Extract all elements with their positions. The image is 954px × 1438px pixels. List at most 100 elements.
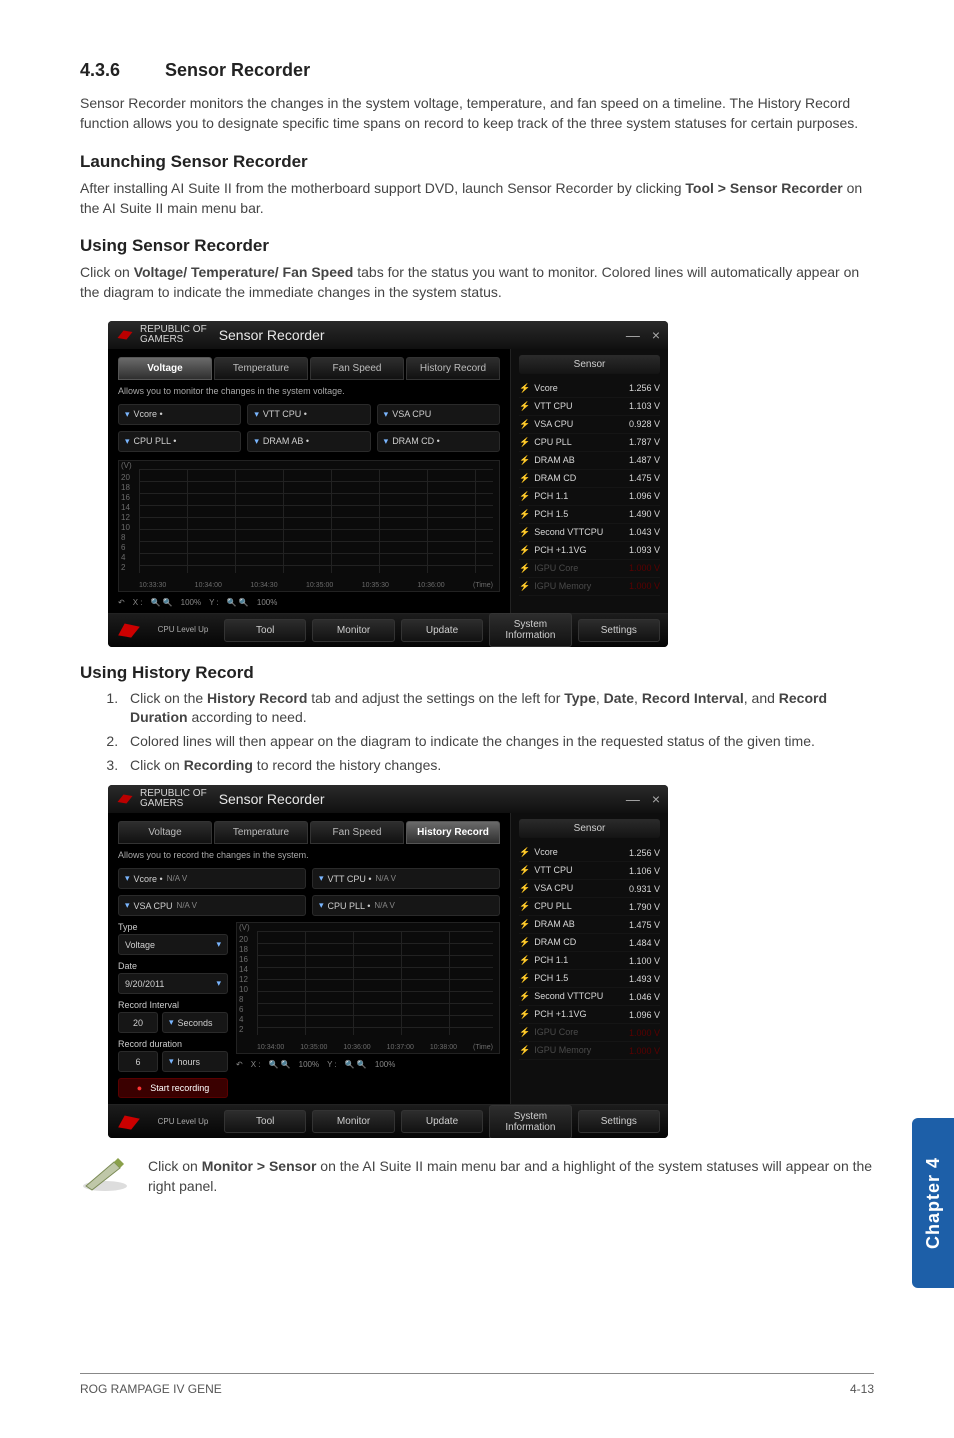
sensor-row: ⚡PCH +1.1VG1.093 V	[519, 542, 660, 560]
window-titlebar: REPUBLIC OF GAMERS Sensor Recorder — ×	[108, 321, 668, 349]
record-interval-value[interactable]: 20	[118, 1012, 158, 1033]
update-button[interactable]: Update	[401, 619, 483, 642]
launch-heading: Launching Sensor Recorder	[80, 152, 874, 172]
field-vsa-cpu[interactable]: ▾VSA CPU	[377, 404, 500, 425]
tab-fan-speed[interactable]: Fan Speed	[310, 357, 404, 380]
bolt-icon: ⚡	[519, 955, 530, 965]
bolt-icon: ⚡	[519, 919, 530, 929]
bolt-icon: ⚡	[519, 473, 530, 483]
bolt-icon: ⚡	[519, 455, 530, 465]
update-button[interactable]: Update	[401, 1110, 483, 1133]
minimize-button[interactable]: —	[626, 791, 640, 807]
sensor-row: ⚡PCH 1.51.490 V	[519, 506, 660, 524]
note-block: Click on Monitor > Sensor on the AI Suit…	[80, 1156, 874, 1197]
using-heading: Using Sensor Recorder	[80, 236, 874, 256]
zoom-y-icons[interactable]: 🔍 🔍	[345, 1060, 367, 1069]
bolt-icon: ⚡	[519, 1027, 530, 1037]
record-dot-icon: ●	[137, 1083, 142, 1093]
field-vsa-cpu[interactable]: ▾VSA CPUN/A V	[118, 895, 306, 916]
field-vtt-cpu[interactable]: ▾VTT CPU •N/A V	[312, 868, 500, 889]
chevron-down-icon: ▾	[384, 409, 389, 420]
chart-grid	[257, 931, 493, 1035]
start-recording-button[interactable]: ●Start recording	[118, 1078, 228, 1098]
footer-left: ROG RAMPAGE IV GENE	[80, 1382, 222, 1396]
chevron-down-icon: ▾	[254, 409, 259, 420]
field-vcore[interactable]: ▾Vcore •N/A V	[118, 868, 306, 889]
system-information-button[interactable]: System Information	[489, 1105, 571, 1139]
chevron-down-icon: ▾	[216, 978, 221, 989]
x-ticks: 10:33:30 10:34:00 10:34:30 10:35:00 10:3…	[139, 582, 493, 589]
settings-button[interactable]: Settings	[578, 619, 660, 642]
bolt-icon: ⚡	[519, 973, 530, 983]
tab-fan-speed[interactable]: Fan Speed	[310, 821, 404, 844]
field-dram-ab[interactable]: ▾DRAM AB •	[247, 431, 370, 452]
date-label: Date	[118, 961, 228, 971]
chart-grid	[139, 469, 493, 573]
tab-row: Voltage Temperature Fan Speed History Re…	[118, 357, 500, 380]
type-select[interactable]: Voltage▾	[118, 934, 228, 955]
section-number: 4.3.6	[80, 60, 160, 81]
sensor-row: ⚡CPU PLL1.787 V	[519, 434, 660, 452]
tab-voltage[interactable]: Voltage	[118, 357, 212, 380]
intro-paragraph: Sensor Recorder monitors the changes in …	[80, 93, 874, 134]
history-heading: Using History Record	[80, 663, 874, 683]
type-label: Type	[118, 922, 228, 932]
bolt-icon: ⚡	[519, 581, 530, 591]
undo-icon[interactable]: ↶	[236, 1060, 243, 1069]
date-select[interactable]: 9/20/2011▾	[118, 973, 228, 994]
tab-history-record[interactable]: History Record	[406, 821, 500, 844]
using-text-pre: Click on	[80, 264, 134, 280]
tab-temperature[interactable]: Temperature	[214, 357, 308, 380]
bolt-icon: ⚡	[519, 383, 530, 393]
tool-button[interactable]: Tool	[224, 1110, 306, 1133]
cpu-level-up-button[interactable]: CPU Level Up	[148, 1117, 218, 1127]
zoom-x-icons[interactable]: 🔍 🔍	[268, 1060, 290, 1069]
tab-temperature[interactable]: Temperature	[214, 821, 308, 844]
undo-icon[interactable]: ↶	[118, 598, 125, 607]
bolt-icon: ⚡	[519, 527, 530, 537]
record-duration-value[interactable]: 6	[118, 1051, 158, 1072]
sensor-row: ⚡DRAM CD1.475 V	[519, 470, 660, 488]
sensor-row: ⚡IGPU Memory1.000 V	[519, 578, 660, 596]
sensor-row: ⚡IGPU Core1.000 V	[519, 1024, 660, 1042]
sensor-row: ⚡VSA CPU0.931 V	[519, 880, 660, 898]
field-dram-cd[interactable]: ▾DRAM CD •	[377, 431, 500, 452]
field-cpu-pll[interactable]: ▾CPU PLL •N/A V	[312, 895, 500, 916]
voltage-chart: (V) 20 18 16 14 12 10 8 6 4 2 10:33:30 1…	[118, 460, 500, 592]
sensor-row: ⚡DRAM CD1.484 V	[519, 934, 660, 952]
field-cpu-pll[interactable]: ▾CPU PLL •	[118, 431, 241, 452]
field-vtt-cpu[interactable]: ▾VTT CPU •	[247, 404, 370, 425]
bolt-icon: ⚡	[519, 847, 530, 857]
close-button[interactable]: ×	[652, 791, 660, 807]
sensor-row: ⚡VTT CPU1.106 V	[519, 862, 660, 880]
cpu-level-up-button[interactable]: CPU Level Up	[148, 625, 218, 635]
field-vcore[interactable]: ▾Vcore •	[118, 404, 241, 425]
minimize-button[interactable]: —	[626, 327, 640, 343]
tab-history-record[interactable]: History Record	[406, 357, 500, 380]
window-titlebar: REPUBLIC OF GAMERS Sensor Recorder — ×	[108, 785, 668, 813]
note-text: Click on Monitor > Sensor on the AI Suit…	[148, 1156, 874, 1197]
chevron-down-icon: ▾	[319, 873, 324, 884]
zoom-x-icons[interactable]: 🔍 🔍	[150, 598, 172, 607]
zoom-y-icons[interactable]: 🔍 🔍	[227, 598, 249, 607]
tab-voltage[interactable]: Voltage	[118, 821, 212, 844]
record-duration-unit[interactable]: ▾hours	[162, 1051, 228, 1072]
tool-button[interactable]: Tool	[224, 619, 306, 642]
monitor-button[interactable]: Monitor	[312, 619, 394, 642]
settings-button[interactable]: Settings	[578, 1110, 660, 1133]
launch-text-pre: After installing AI Suite II from the mo…	[80, 180, 685, 196]
window-title: Sensor Recorder	[219, 794, 325, 804]
monitor-button[interactable]: Monitor	[312, 1110, 394, 1133]
screenshot-voltage: REPUBLIC OF GAMERS Sensor Recorder — × V…	[108, 321, 668, 647]
brand-badge: REPUBLIC OF GAMERS Sensor Recorder	[116, 789, 325, 809]
sensor-row: ⚡DRAM AB1.487 V	[519, 452, 660, 470]
system-information-button[interactable]: System Information	[489, 613, 571, 647]
close-button[interactable]: ×	[652, 327, 660, 343]
record-interval-unit[interactable]: ▾Seconds	[162, 1012, 228, 1033]
launch-paragraph: After installing AI Suite II from the mo…	[80, 178, 874, 219]
sensor-row: ⚡IGPU Core1.000 V	[519, 560, 660, 578]
y-unit: (V)	[121, 461, 137, 470]
page-footer: ROG RAMPAGE IV GENE 4-13	[80, 1373, 874, 1396]
chevron-down-icon: ▾	[169, 1017, 174, 1028]
rog-footer-logo-icon	[116, 1112, 142, 1132]
